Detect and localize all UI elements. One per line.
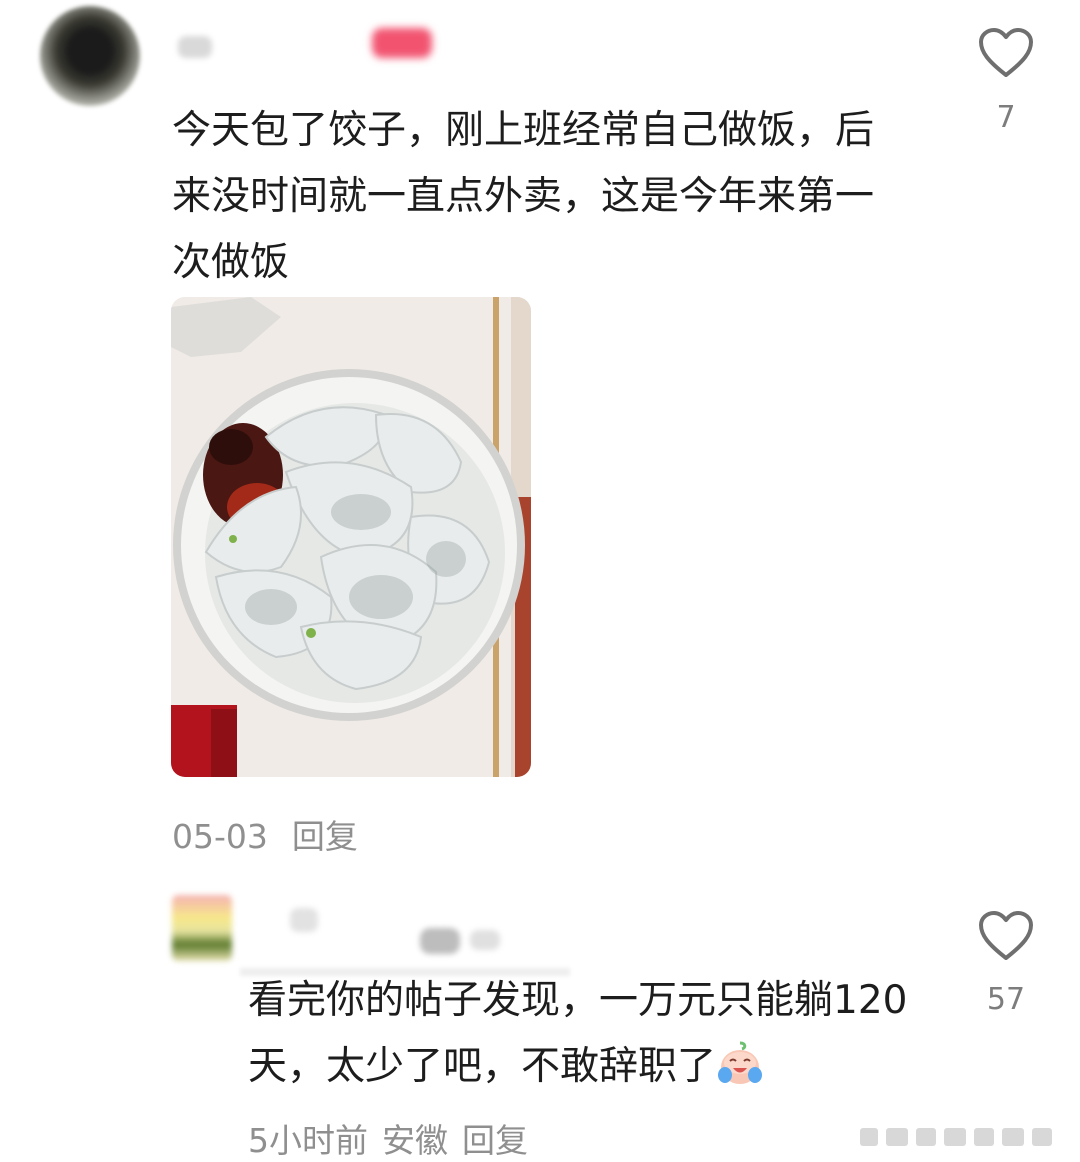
heart-icon: [979, 28, 1033, 77]
like-count: 57: [986, 982, 1026, 1017]
like-count: 7: [996, 100, 1016, 135]
reply-button[interactable]: 回复: [292, 817, 358, 856]
username-blurred[interactable]: [178, 36, 212, 58]
dumplings-photo[interactable]: [171, 297, 531, 777]
like-button[interactable]: [978, 27, 1034, 83]
reply-button[interactable]: 回复: [462, 1121, 528, 1160]
crying-laughing-face-icon: [718, 1041, 763, 1084]
comment-text-body: 看完你的帖子发现，一万元只能躺120天，太少了吧，不敢辞职了: [248, 978, 908, 1089]
like-button[interactable]: [978, 910, 1034, 966]
comment-meta: 05-03 回复: [172, 810, 382, 858]
comment-text: 看完你的帖子发现，一万元只能躺120天，太少了吧，不敢辞职了: [248, 968, 908, 1100]
watermark: [860, 1124, 1070, 1150]
user-badge-blurred: [372, 28, 432, 58]
comment-meta: 5小时前 安徽 回复: [248, 1114, 542, 1162]
avatar[interactable]: [172, 895, 232, 961]
avatar[interactable]: [40, 6, 140, 106]
comment-text: 今天包了饺子，刚上班经常自己做饭，后来没时间就一直点外卖，这是今年来第一次做饭: [172, 108, 875, 285]
comment-location: 安徽: [382, 1121, 448, 1160]
comment-time: 5小时前: [248, 1121, 368, 1160]
heart-icon: [979, 911, 1033, 960]
comment-date: 05-03: [172, 817, 268, 856]
user-badge-blurred: [470, 930, 500, 950]
user-badge-blurred: [420, 928, 460, 954]
username-blurred[interactable]: [290, 908, 318, 932]
